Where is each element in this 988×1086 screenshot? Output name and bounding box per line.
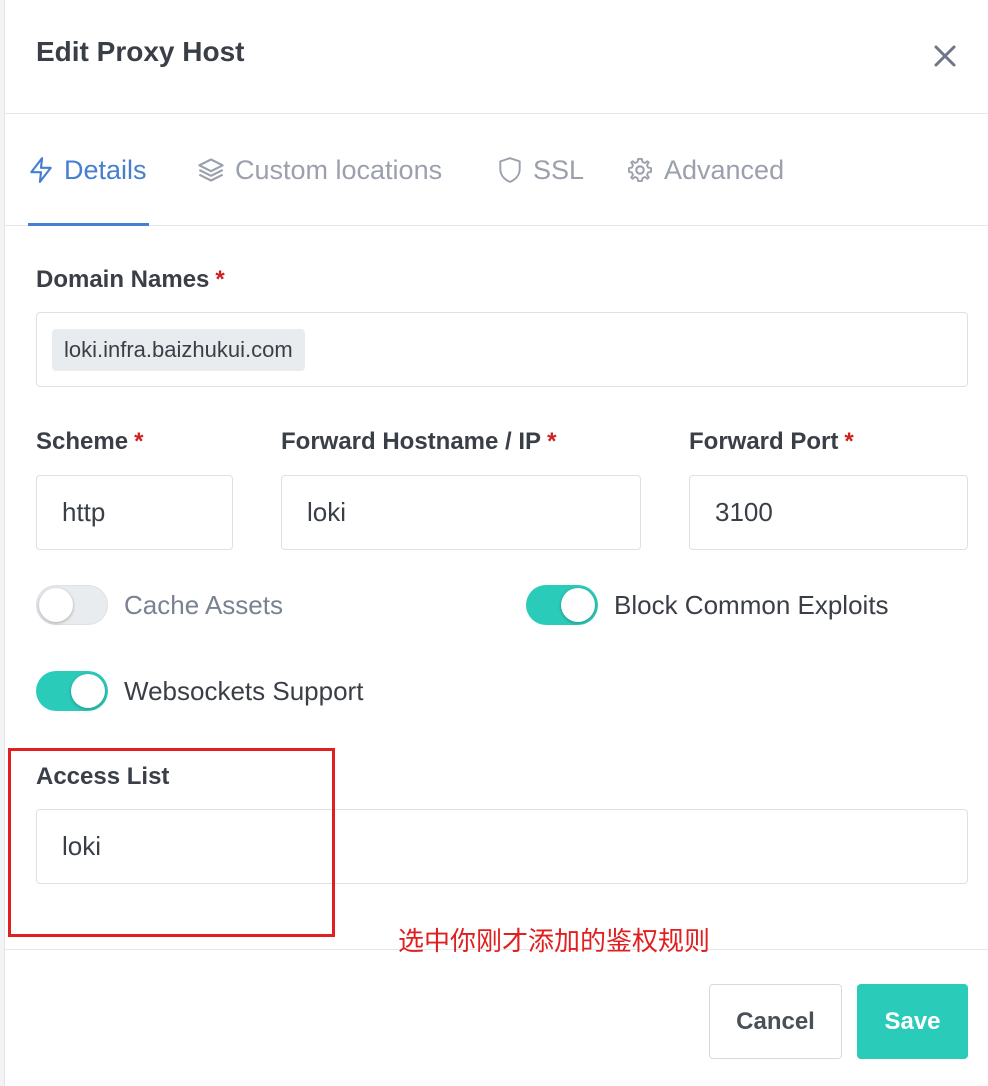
domain-names-label: Domain Names * <box>36 266 225 294</box>
forward-hostname-input[interactable]: loki <box>281 475 641 550</box>
tab-advanced[interactable]: Advanced <box>626 114 784 226</box>
forward-hostname-label-text: Forward Hostname / IP <box>281 428 542 455</box>
forward-port-label-text: Forward Port <box>689 428 839 455</box>
forward-port-value: 3100 <box>715 497 773 527</box>
active-tab-indicator <box>28 223 149 226</box>
websockets-toggle[interactable] <box>36 671 108 711</box>
modal-header: Edit Proxy Host <box>5 0 988 114</box>
block-exploits-label: Block Common Exploits <box>614 590 889 620</box>
tab-ssl-label: SSL <box>533 154 585 185</box>
toggle-knob <box>71 674 105 708</box>
forward-hostname-label: Forward Hostname / IP * <box>281 428 556 456</box>
tab-custom-locations-label: Custom locations <box>235 154 443 185</box>
modal-footer: Cancel Save <box>5 949 988 1086</box>
annotation-highlight-box <box>8 748 335 937</box>
edit-proxy-host-modal: Edit Proxy Host Details Custom locations <box>5 0 988 1086</box>
required-mark: * <box>215 266 225 293</box>
scheme-value: http <box>62 497 106 527</box>
required-mark: * <box>844 428 854 455</box>
cancel-button[interactable]: Cancel <box>709 984 842 1059</box>
lightning-icon <box>30 157 52 183</box>
domain-names-label-text: Domain Names <box>36 266 210 293</box>
tab-advanced-label: Advanced <box>664 154 785 185</box>
forward-port-label: Forward Port * <box>689 428 854 456</box>
websockets-label: Websockets Support <box>124 676 364 706</box>
forward-hostname-value: loki <box>307 497 347 527</box>
tab-details[interactable]: Details <box>28 114 147 226</box>
cache-assets-label: Cache Assets <box>124 590 283 620</box>
required-mark: * <box>547 428 557 455</box>
modal-title: Edit Proxy Host <box>36 36 245 67</box>
close-icon[interactable] <box>927 38 963 74</box>
domain-names-input[interactable]: loki.infra.baizhukui.com <box>36 312 968 387</box>
gear-icon <box>627 157 653 183</box>
domain-chip[interactable]: loki.infra.baizhukui.com <box>52 328 305 371</box>
forward-port-input[interactable]: 3100 <box>689 475 968 550</box>
toggle-knob <box>39 588 73 622</box>
tab-details-label: Details <box>64 154 147 185</box>
tab-custom-locations[interactable]: Custom locations <box>197 114 442 226</box>
tab-ssl[interactable]: SSL <box>497 114 584 226</box>
scheme-label: Scheme * <box>36 428 143 456</box>
cache-assets-toggle[interactable] <box>36 585 108 625</box>
annotation-text: 选中你刚才添加的鉴权规则 <box>398 927 711 957</box>
required-mark: * <box>134 428 144 455</box>
scheme-label-text: Scheme <box>36 428 129 455</box>
block-exploits-toggle[interactable] <box>526 585 598 625</box>
layers-icon <box>198 158 224 182</box>
scheme-input[interactable]: http <box>36 475 233 550</box>
save-button[interactable]: Save <box>857 984 968 1059</box>
toggle-knob <box>561 588 595 622</box>
tab-bar: Details Custom locations SSL Advanced <box>5 114 988 226</box>
shield-icon <box>499 157 521 183</box>
